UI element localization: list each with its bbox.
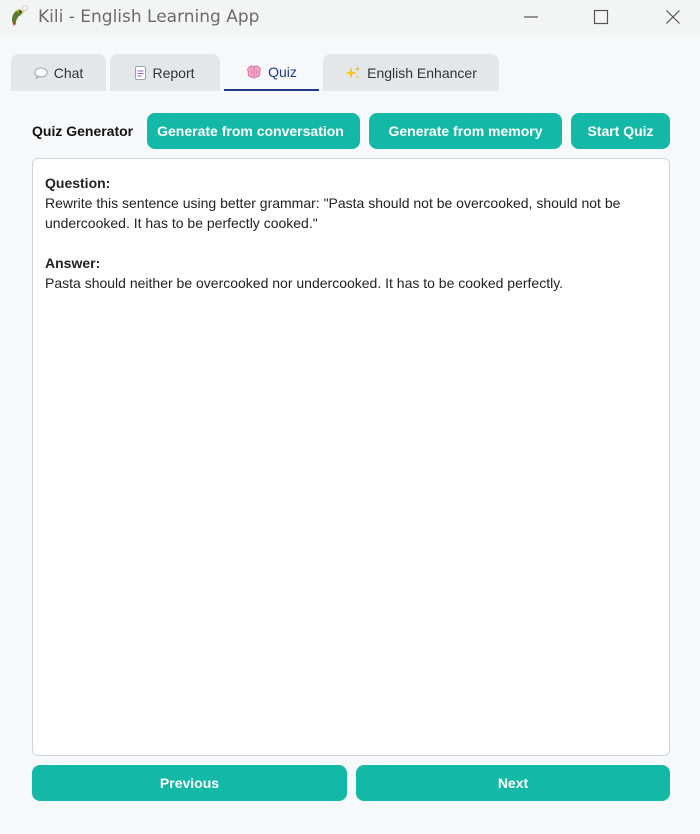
minimize-icon <box>524 16 538 18</box>
quiz-generator-label: Quiz Generator <box>32 123 134 139</box>
answer-text: Pasta should neither be overcooked nor u… <box>45 275 564 291</box>
question-label: Question: <box>45 175 111 191</box>
next-button[interactable]: Next <box>356 765 670 801</box>
quiz-content-panel[interactable]: Question: Rewrite this sentence using be… <box>32 158 670 756</box>
tab-report-label: Report <box>152 64 195 81</box>
tab-bar: Chat Report Quiz English Enhancer <box>0 54 700 92</box>
speech-bubble-icon <box>34 67 48 79</box>
close-button[interactable] <box>650 0 696 34</box>
generate-from-memory-button[interactable]: Generate from memory <box>369 113 562 149</box>
start-quiz-button[interactable]: Start Quiz <box>571 113 670 149</box>
question-text: Rewrite this sentence using better gramm… <box>45 195 621 231</box>
sparkles-icon <box>345 65 361 81</box>
generate-from-conversation-label: Generate from conversation <box>157 123 344 139</box>
tab-quiz[interactable]: Quiz <box>224 54 319 91</box>
maximize-button[interactable] <box>578 0 624 34</box>
minimize-button[interactable] <box>508 0 554 34</box>
generate-from-conversation-button[interactable]: Generate from conversation <box>147 113 360 149</box>
answer-label: Answer: <box>45 255 101 271</box>
window-title: Kili - English Learning App <box>38 7 260 27</box>
parrot-logo-icon <box>12 5 28 26</box>
tab-english-enhancer[interactable]: English Enhancer <box>323 54 499 91</box>
previous-button[interactable]: Previous <box>32 765 347 801</box>
close-icon <box>666 10 680 24</box>
tab-chat-label: Chat <box>53 64 84 81</box>
tab-report[interactable]: Report <box>110 54 220 91</box>
document-icon <box>135 65 147 80</box>
maximize-icon <box>593 9 609 25</box>
tab-chat[interactable]: Chat <box>11 54 106 91</box>
tab-quiz-label: Quiz <box>268 63 297 80</box>
title-bar: Kili - English Learning App <box>0 0 700 36</box>
brain-icon <box>246 65 262 79</box>
tab-english-enhancer-label: English Enhancer <box>367 64 477 81</box>
